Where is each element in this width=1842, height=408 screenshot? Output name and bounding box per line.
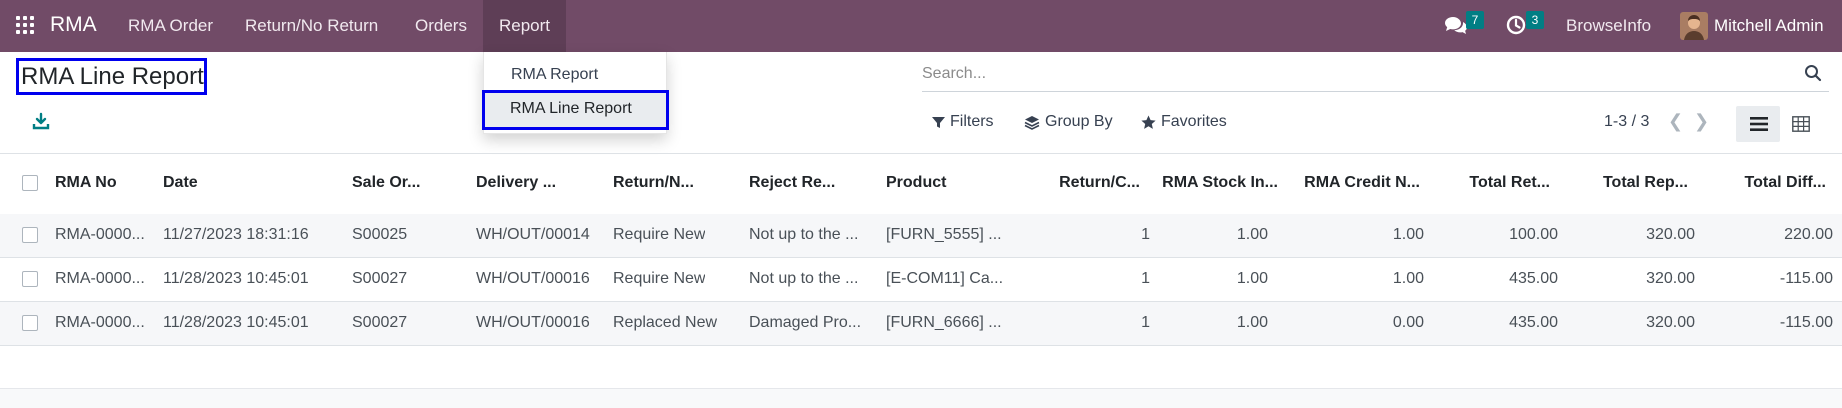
pager-value[interactable]: 1-3 / 3 [1604,113,1649,131]
messages-badge: 7 [1466,11,1484,29]
cell-sale-order: S00027 [352,270,408,287]
cell-product: [FURN_5555] ... [886,226,1002,243]
search-icon[interactable] [1804,64,1822,82]
cell-rma-credit-note: 0.00 [1392,314,1424,331]
row-checkbox[interactable] [22,271,38,287]
row-checkbox[interactable] [22,227,38,243]
menu-orders[interactable]: Orders [415,16,467,36]
cell-total-return: 435.00 [1509,270,1558,287]
cell-reject-reason: Not up to the ... [749,270,859,287]
cell-rma-no: RMA-0000... [55,270,145,287]
layers-icon [1024,115,1040,130]
list-view-icon [1750,117,1768,131]
list-footer [0,388,1842,408]
cell-return-count: 1 [1141,226,1150,243]
rma-line-list: RMA No Date Sale Or... Delivery ... Retu… [0,153,1842,191]
cell-delivery: WH/OUT/00016 [476,270,590,287]
cell-sale-order: S00025 [352,226,408,243]
column-header-total-difference[interactable]: Total Diff... [1700,174,1826,192]
search-input[interactable] [922,60,1829,92]
column-header-reject-reason[interactable]: Reject Re... [749,174,835,192]
filters-label: Filters [950,113,994,130]
column-header-total-return[interactable]: Total Ret... [1430,174,1550,192]
cell-total-replace: 320.00 [1646,226,1695,243]
cell-total-difference: -115.00 [1779,314,1833,331]
menu-rma-order[interactable]: RMA Order [128,16,213,36]
user-avatar[interactable] [1680,12,1708,40]
cell-delivery: WH/OUT/00014 [476,226,590,243]
column-header-rma-credit-note[interactable]: RMA Credit N... [1286,174,1420,192]
column-header-product[interactable]: Product [886,174,946,192]
user-menu[interactable]: Mitchell Admin [1714,16,1824,36]
column-header-date[interactable]: Date [163,174,198,192]
cell-date: 11/28/2023 10:45:01 [163,270,309,287]
cell-reject-reason: Not up to the ... [749,226,859,243]
cell-return-type: Require New [613,226,706,243]
group-by-label: Group By [1045,113,1113,130]
cell-reject-reason: Damaged Pro... [749,314,862,331]
cell-total-replace: 320.00 [1646,270,1695,287]
cell-rma-credit-note: 1.00 [1392,226,1424,243]
cell-date: 11/28/2023 10:45:01 [163,314,309,331]
activity-clock-icon[interactable] [1506,15,1526,35]
cell-product: [E-COM11] Ca... [886,270,1004,287]
table-row[interactable]: RMA-0000... 11/27/2023 18:31:16 S00025 W… [0,214,1842,258]
table-row[interactable]: RMA-0000... 11/28/2023 10:45:01 S00027 W… [0,302,1842,346]
cell-total-replace: 320.00 [1646,314,1695,331]
cell-rma-no: RMA-0000... [55,314,145,331]
cell-rma-stock-in: 1.00 [1236,226,1268,243]
messages-icon[interactable] [1444,14,1468,36]
pivot-view-icon[interactable] [1792,116,1810,132]
cell-sale-order: S00027 [352,314,408,331]
row-checkbox[interactable] [22,315,38,331]
column-header-rma-no[interactable]: RMA No [55,174,117,192]
table-row[interactable]: RMA-0000... 11/28/2023 10:45:01 S00027 W… [0,258,1842,302]
menu-item-rma-line-report-label: RMA Line Report [510,100,632,117]
search-placeholder: Search... [922,65,987,82]
favorites-button[interactable]: Favorites [1141,113,1227,131]
activities-badge: 3 [1526,11,1544,29]
cell-total-difference: -115.00 [1779,270,1833,287]
column-header-return-count[interactable]: Return/C... [1040,174,1140,192]
group-by-button[interactable]: Group By [1024,113,1113,131]
apps-menu-icon[interactable] [16,16,34,34]
cell-date: 11/27/2023 18:31:16 [163,226,309,243]
filters-button[interactable]: Filters [932,113,994,131]
cell-rma-credit-note: 1.00 [1392,270,1424,287]
app-brand[interactable]: RMA [50,13,97,37]
cell-return-type: Require New [613,270,706,287]
filter-funnel-icon [932,116,945,128]
cell-product: [FURN_6666] ... [886,314,1002,331]
cell-return-count: 1 [1141,270,1150,287]
pager-next-icon[interactable]: ❯ [1694,111,1709,132]
download-icon[interactable] [32,112,50,130]
star-icon [1141,115,1156,129]
page-title: RMA Line Report [21,63,204,90]
cell-total-difference: 220.00 [1784,226,1833,243]
column-header-rma-stock-in[interactable]: RMA Stock In... [1150,174,1278,192]
select-all-checkbox[interactable] [22,175,38,191]
menu-report[interactable]: Report [483,0,567,52]
column-header-total-replace[interactable]: Total Rep... [1566,174,1688,192]
favorites-label: Favorites [1161,113,1227,130]
cell-rma-no: RMA-0000... [55,226,145,243]
company-switcher[interactable]: BrowseInfo [1566,16,1651,36]
column-header-delivery[interactable]: Delivery ... [476,174,556,192]
top-navbar: RMA RMA Order Return/No Return Orders Re… [0,0,1842,52]
menu-item-rma-report[interactable]: RMA Report [511,66,598,84]
cell-rma-stock-in: 1.00 [1236,270,1268,287]
cell-return-count: 1 [1141,314,1150,331]
cell-delivery: WH/OUT/00016 [476,314,590,331]
pager-previous-icon[interactable]: ❮ [1668,111,1683,132]
menu-return-no-return[interactable]: Return/No Return [245,16,378,36]
cell-return-type: Replaced New [613,314,718,331]
cell-rma-stock-in: 1.00 [1236,314,1268,331]
cell-total-return: 100.00 [1509,226,1558,243]
column-header-sale-order[interactable]: Sale Or... [352,174,420,192]
cell-total-return: 435.00 [1509,314,1558,331]
column-header-return-type[interactable]: Return/N... [613,174,694,192]
